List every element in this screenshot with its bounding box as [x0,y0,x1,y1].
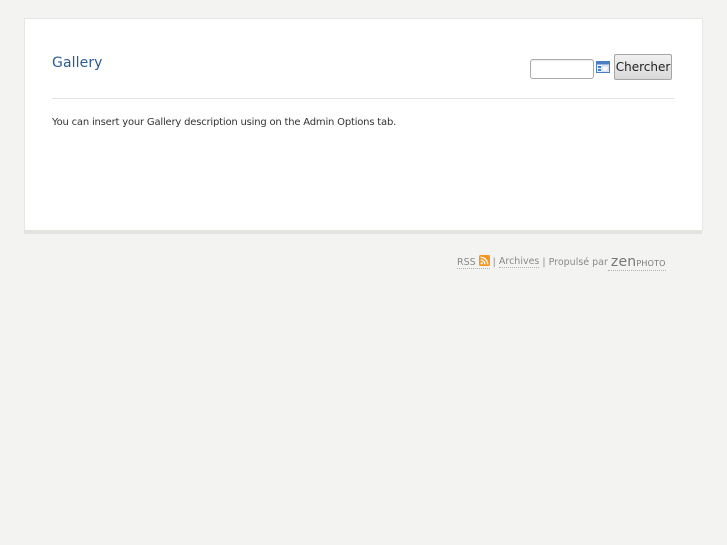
archives-link[interactable]: Archives [498,256,540,268]
gallery-description: You can insert your Gallery description … [52,117,397,128]
rss-icon [478,255,490,266]
footer-separator: | [542,256,546,268]
footer: RSS | Archives | Propulsé par zen PHOTO [457,253,666,271]
brand-photo: PHOTO [636,258,666,268]
page: Gallery Chercher You can insert your Gal… [0,0,727,545]
rss-label: RSS [457,257,476,268]
zenphoto-link[interactable]: zen PHOTO [607,253,666,271]
gallery-card: Gallery Chercher You can insert your Gal… [24,18,703,231]
field-selector-icon[interactable] [596,61,610,73]
powered-by-label: Propulsé par [548,256,608,268]
search-input[interactable] [530,59,594,79]
brand-zen: zen [610,253,637,270]
search-button[interactable]: Chercher [614,54,672,80]
footer-separator: | [492,256,496,268]
card-shadow [24,230,702,234]
rss-link[interactable]: RSS [457,255,490,269]
gallery-title: Gallery [52,55,103,71]
divider [52,98,675,99]
